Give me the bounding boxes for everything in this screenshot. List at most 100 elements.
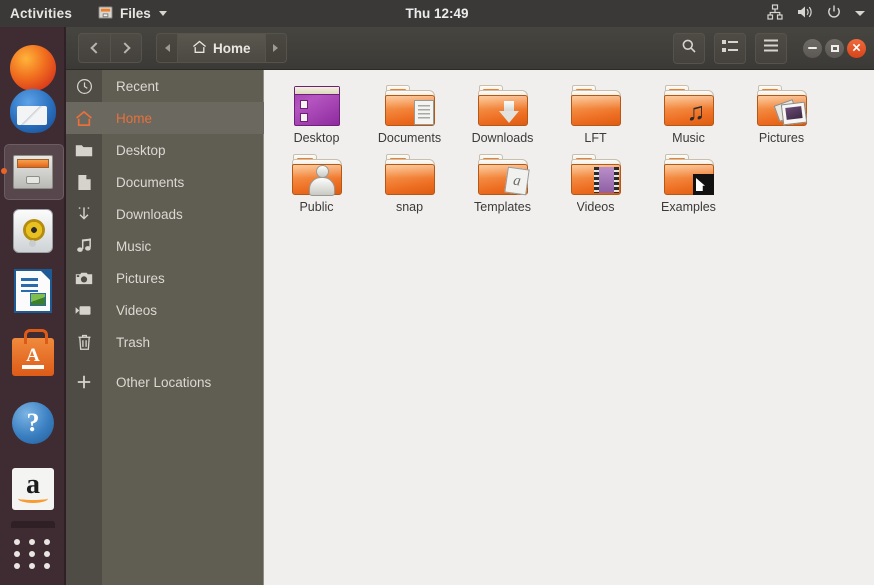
- download-icon: [66, 198, 102, 230]
- breadcrumb-scroll-right[interactable]: [265, 34, 286, 62]
- launcher-item-rhythmbox[interactable]: [0, 201, 66, 261]
- sidebar-item-music[interactable]: Music: [66, 230, 264, 262]
- file-name: Public: [299, 200, 334, 214]
- forward-button[interactable]: [110, 33, 142, 63]
- sidebar-item-home[interactable]: Home: [66, 102, 264, 134]
- search-button[interactable]: [673, 32, 705, 64]
- window-body: Recent Home Desktop Documents Downloads …: [66, 70, 874, 585]
- sidebar-item-desktop[interactable]: Desktop: [66, 134, 264, 166]
- file-item-pictures[interactable]: Pictures: [735, 76, 828, 145]
- navigation-buttons: [78, 33, 142, 63]
- maximize-button[interactable]: [825, 38, 844, 58]
- breadcrumb: Home: [156, 33, 287, 63]
- desktop-screen: Activities Files Thu 12:49 A ? a Home Re…: [0, 0, 874, 585]
- music-note-icon: [66, 230, 102, 262]
- sidebar-label: Downloads: [116, 206, 183, 222]
- volume-icon[interactable]: [796, 4, 813, 23]
- folder-icon: [384, 153, 436, 197]
- dropdown-caret-icon[interactable]: [855, 11, 865, 16]
- desktop-window-icon: [291, 84, 343, 128]
- show-applications-button[interactable]: [0, 521, 66, 577]
- file-item-videos[interactable]: Videos: [549, 145, 642, 214]
- chevron-left-icon: [90, 42, 102, 54]
- folder-downloads-icon: [477, 84, 529, 128]
- file-name: Desktop: [293, 131, 340, 145]
- network-icon[interactable]: [767, 4, 783, 23]
- launcher-item-amazon[interactable]: a: [0, 459, 66, 519]
- launcher-item-firefox[interactable]: [0, 27, 66, 91]
- icon-grid: Desktop Documents Downloads LFT ♫ Music …: [264, 70, 874, 214]
- rhythmbox-icon: [13, 209, 53, 253]
- triangle-left-icon: [164, 44, 170, 52]
- help-icon: ?: [12, 402, 54, 444]
- home-icon: [66, 102, 102, 134]
- launcher-item-libreoffice[interactable]: [0, 261, 66, 321]
- folder-music-icon: ♫: [663, 84, 715, 128]
- clock[interactable]: Thu 12:49: [0, 6, 874, 21]
- files-window: Home Recent Home Desktop Documents Downl…: [66, 27, 874, 585]
- breadcrumb-scroll-left[interactable]: [157, 34, 177, 62]
- list-view-icon: [722, 39, 738, 58]
- file-item-snap[interactable]: snap: [363, 145, 456, 214]
- launcher-item-help[interactable]: ?: [0, 393, 66, 453]
- sidebar-item-documents[interactable]: Documents: [66, 166, 264, 198]
- sidebar-item-pictures[interactable]: Pictures: [66, 262, 264, 294]
- power-icon[interactable]: [826, 4, 842, 23]
- back-button[interactable]: [78, 33, 110, 63]
- file-item-templates[interactable]: a Templates: [456, 145, 549, 214]
- places-sidebar: Recent Home Desktop Documents Downloads …: [66, 70, 264, 585]
- folder-symlink-icon: [663, 153, 715, 197]
- sidebar-item-downloads[interactable]: Downloads: [66, 198, 264, 230]
- close-button[interactable]: [847, 38, 866, 58]
- hamburger-menu-icon: [763, 39, 779, 57]
- folder-public-icon: [291, 153, 343, 197]
- window-controls: [803, 38, 866, 58]
- app-grid-icon: [13, 539, 53, 569]
- window-header-bar: Home: [66, 27, 874, 70]
- trash-icon: [66, 326, 102, 358]
- breadcrumb-label: Home: [213, 40, 251, 56]
- maximize-icon: [830, 44, 839, 52]
- folder-icon: [66, 134, 102, 166]
- sidebar-item-videos[interactable]: Videos: [66, 294, 264, 326]
- sidebar-label: Trash: [116, 334, 151, 350]
- document-icon: [66, 166, 102, 198]
- launcher-item-thunderbird[interactable]: [0, 81, 66, 141]
- file-item-lft[interactable]: LFT: [549, 76, 642, 145]
- file-name: Downloads: [471, 131, 534, 145]
- sidebar-label: Recent: [116, 78, 159, 94]
- menu-button[interactable]: [755, 32, 787, 64]
- file-item-documents[interactable]: Documents: [363, 76, 456, 145]
- file-item-downloads[interactable]: Downloads: [456, 76, 549, 145]
- file-item-desktop[interactable]: Desktop: [270, 76, 363, 145]
- folder-videos-icon: [570, 153, 622, 197]
- file-list-view[interactable]: Desktop Documents Downloads LFT ♫ Music …: [264, 70, 874, 585]
- home-icon: [192, 40, 207, 57]
- file-item-examples[interactable]: Examples: [642, 145, 735, 214]
- sidebar-label: Documents: [116, 174, 185, 190]
- sidebar-label: Pictures: [116, 270, 165, 286]
- view-options-button[interactable]: [714, 32, 746, 64]
- folder-documents-icon: [384, 84, 436, 128]
- launcher-item-files[interactable]: [0, 141, 66, 201]
- file-name: Documents: [377, 131, 442, 145]
- file-item-public[interactable]: Public: [270, 145, 363, 214]
- file-name: Videos: [576, 200, 615, 214]
- sidebar-separator: [66, 358, 264, 366]
- breadcrumb-item-home[interactable]: Home: [177, 34, 266, 62]
- libreoffice-icon: [14, 269, 52, 313]
- sidebar-label: Videos: [116, 302, 158, 318]
- sidebar-item-trash[interactable]: Trash: [66, 326, 264, 358]
- sidebar-label: Desktop: [116, 142, 166, 158]
- minimize-button[interactable]: [803, 38, 822, 58]
- chevron-right-icon: [118, 42, 131, 54]
- file-item-music[interactable]: ♫ Music: [642, 76, 735, 145]
- clock-icon: [66, 70, 102, 102]
- sidebar-item-other-locations[interactable]: Other Locations: [66, 366, 264, 398]
- sidebar-label: Music: [116, 238, 152, 254]
- sidebar-item-recent[interactable]: Recent: [66, 70, 264, 102]
- sidebar-label: Home: [116, 110, 153, 126]
- launcher-item-ubuntu-software[interactable]: A: [0, 327, 66, 387]
- amazon-icon: a: [12, 468, 54, 510]
- folder-templates-icon: a: [477, 153, 530, 197]
